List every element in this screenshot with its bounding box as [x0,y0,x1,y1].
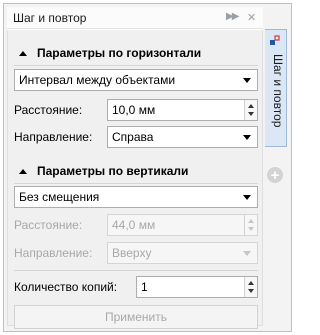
vertical-distance-value: 44,0 мм [112,218,156,232]
vertical-direction-label: Направление: [14,246,93,260]
divider [14,183,258,184]
vertical-mode-value: Без смещения [19,190,100,204]
vertical-distance-spinbox[interactable]: 44,0 мм [107,214,258,236]
spin-buttons[interactable] [244,277,257,297]
spin-buttons[interactable] [244,215,257,235]
spin-buttons[interactable] [244,100,257,120]
side-tab-label: Шаг и повтор [271,54,285,128]
vertical-section-header[interactable]: Параметры по вертикали [19,162,188,180]
spin-down-icon[interactable] [248,112,254,116]
chevron-down-icon [243,135,251,140]
horizontal-direction-label: Направление: [14,130,93,144]
copies-label: Количество копий: [14,280,118,294]
chevron-down-icon [243,78,251,83]
horizontal-direction-value: Справа [112,130,154,144]
copies-spinbox[interactable]: 1 [136,276,258,298]
vertical-section-title: Параметры по вертикали [37,164,189,178]
horizontal-distance-label: Расстояние: [14,103,83,117]
vertical-mode-dropdown[interactable]: Без смещения [14,186,258,208]
panel-title-bar: Шаг и повтор ▶▶ ✕ [7,7,263,29]
spin-up-icon[interactable] [248,281,254,285]
horizontal-section-header[interactable]: Параметры по горизонтали [19,44,201,62]
double-chevron-right-icon[interactable]: ▶▶ [226,11,239,22]
side-tab-step-repeat[interactable]: Шаг и повтор [265,29,287,147]
collapse-triangle-icon [19,50,27,56]
copies-value: 1 [141,280,148,294]
spin-down-icon[interactable] [248,227,254,231]
horizontal-direction-dropdown[interactable]: Справа [107,126,258,148]
spin-up-icon[interactable] [248,104,254,108]
vertical-distance-label: Расстояние: [14,218,83,232]
vertical-direction-value: Вверху [112,246,152,260]
collapse-triangle-icon [19,168,27,174]
plus-icon[interactable]: + [267,167,283,183]
chevron-down-icon [243,195,251,200]
horizontal-mode-dropdown[interactable]: Интервал между объектами [14,69,258,91]
pin-icon [270,35,280,45]
horizontal-mode-value: Интервал между объектами [19,73,176,87]
spin-up-icon[interactable] [248,219,254,223]
spin-down-icon[interactable] [248,289,254,293]
step-repeat-panel: Шаг и повтор ▶▶ ✕ Параметры по горизонта… [7,7,263,329]
divider [14,65,258,66]
horizontal-section-title: Параметры по горизонтали [37,46,202,60]
chevron-down-icon [243,251,251,256]
panel-content: Параметры по горизонтали Интервал между … [7,30,263,329]
panel-title: Шаг и повтор [13,11,87,25]
close-icon[interactable]: ✕ [247,11,256,24]
divider [14,270,258,271]
vertical-direction-dropdown[interactable]: Вверху [107,242,258,264]
apply-button[interactable]: Применить [14,305,258,329]
horizontal-distance-spinbox[interactable]: 10,0 мм [107,99,258,121]
horizontal-distance-value: 10,0 мм [112,103,156,117]
